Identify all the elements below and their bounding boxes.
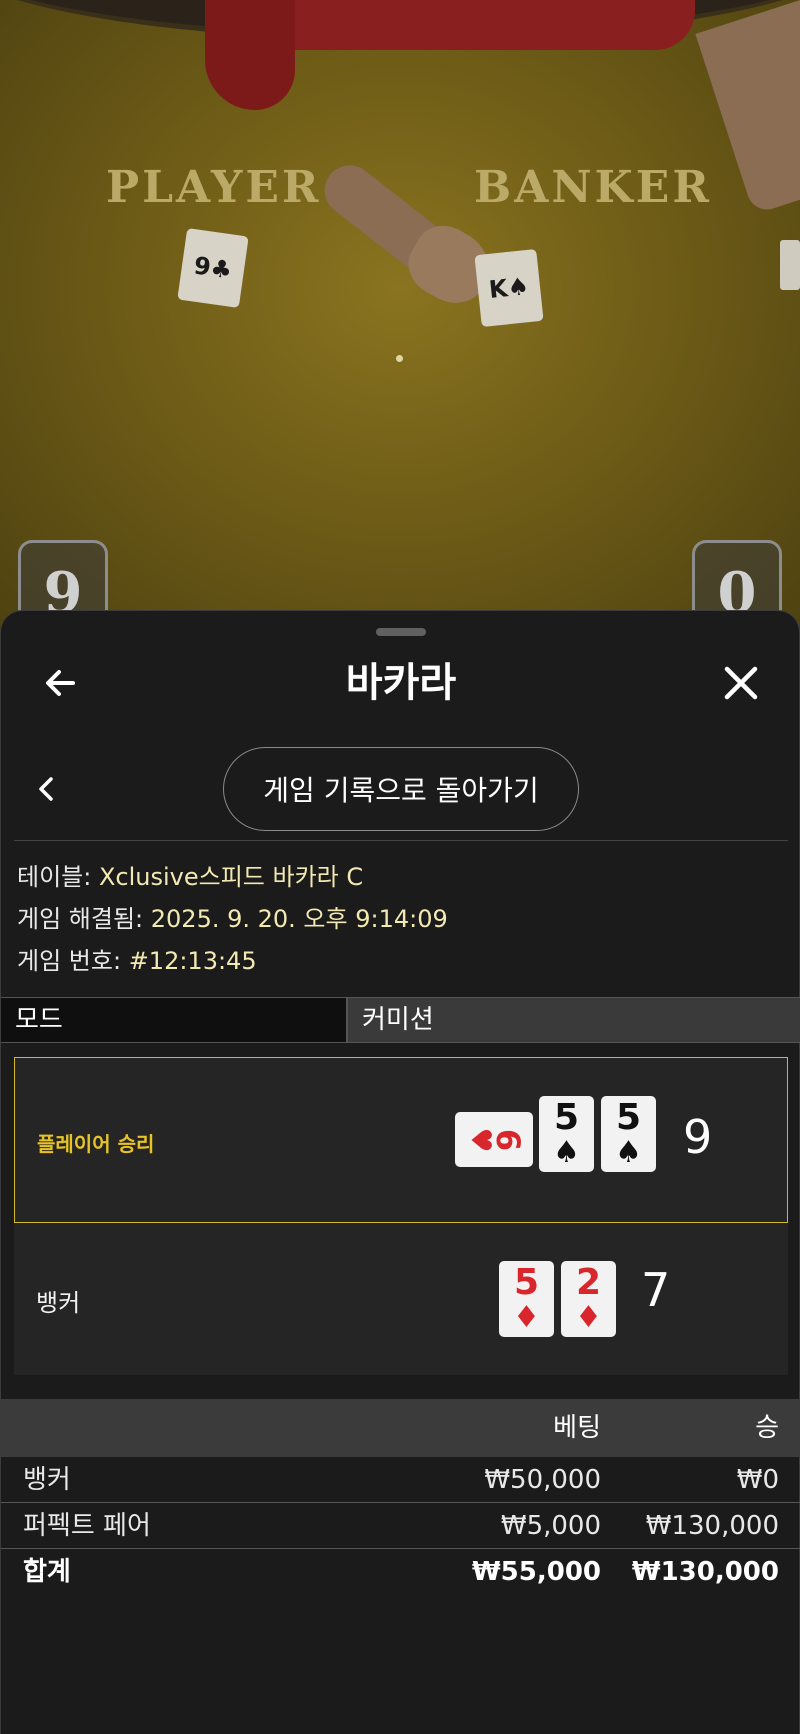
table-row-total: 합계 ₩55,000 ₩130,000: [1, 1549, 800, 1595]
game-number-info: 게임 번호: #12:13:45: [17, 941, 257, 981]
table-card-player: 9♣: [177, 228, 249, 308]
bet-name: 퍼펙트 페어: [23, 1511, 151, 1541]
card-rank: 5: [615, 1097, 642, 1138]
dealer-left-arm: [205, 0, 295, 110]
player-result-label: 플레이어 승리: [37, 1132, 155, 1156]
bet-amount: ₩50,000: [484, 1465, 601, 1495]
table-banker-label: BANKER: [474, 162, 712, 213]
game-history-sheet: 바카라 게임 기록으로 돌아가기 테이블: Xclusive스피드 바카라 C …: [0, 610, 800, 1734]
table-info: 테이블: Xclusive스피드 바카라 C: [17, 857, 363, 897]
card-rank: 6: [489, 1128, 528, 1151]
table-info-value: Xclusive스피드 바카라 C: [98, 863, 364, 891]
card-shoe: [780, 240, 800, 290]
table-info-label: 테이블:: [17, 863, 92, 891]
card-suit: ♦: [513, 1300, 540, 1335]
banker-result-panel: 뱅커 5 ♦ 2 ♦ 7: [14, 1223, 788, 1375]
table-card-banker: K♠: [474, 248, 544, 328]
table-card-suit: ♠: [506, 271, 531, 303]
player-result-score: 9: [683, 1110, 713, 1164]
player-result-panel: 플레이어 승리 ♥ 6 5 ♠ 5 ♠ 9: [14, 1057, 788, 1223]
bet-amount: ₩5,000: [500, 1511, 601, 1541]
resolved-info: 게임 해결됨: 2025. 9. 20. 오후 9:14:09: [17, 899, 448, 939]
bet-name: 뱅커: [23, 1465, 71, 1495]
table-marker: [396, 355, 403, 362]
back-to-history-button[interactable]: 게임 기록으로 돌아가기: [223, 747, 579, 831]
game-number-label: 게임 번호:: [17, 947, 122, 975]
table-player-label: PLAYER: [106, 162, 322, 213]
sheet-drag-handle[interactable]: [376, 628, 426, 636]
bets-header-win: 승: [755, 1413, 779, 1443]
total-bet: ₩55,000: [471, 1557, 601, 1587]
table-row: 퍼펙트 페어 ₩5,000 ₩130,000: [1, 1503, 800, 1549]
game-number-value: #12:13:45: [128, 947, 257, 975]
divider: [14, 840, 788, 841]
page-title: 바카라: [345, 660, 457, 706]
playing-card: 5 ♦: [499, 1261, 554, 1337]
card-rank: 2: [575, 1262, 602, 1303]
card-suit: ♠: [615, 1135, 642, 1170]
bets-table-header: 베팅 승: [1, 1399, 800, 1457]
card-suit: ♦: [575, 1300, 602, 1335]
chevron-left-icon[interactable]: [31, 771, 61, 807]
close-icon[interactable]: [719, 661, 763, 705]
table-card-suit: ♣: [208, 253, 234, 285]
tab-mode[interactable]: 모드: [1, 998, 348, 1042]
total-label: 합계: [23, 1557, 71, 1587]
resolved-info-label: 게임 해결됨:: [17, 905, 144, 933]
back-arrow-icon[interactable]: [39, 661, 83, 705]
win-amount: ₩0: [736, 1465, 779, 1495]
win-amount: ₩130,000: [645, 1511, 779, 1541]
live-video: PLAYER BANKER 9♣ K♠ 9 0: [0, 0, 800, 640]
banker-result-label: 뱅커: [36, 1289, 81, 1317]
detail-tabs: 모드 커미션: [1, 997, 800, 1043]
bets-header-bet: 베팅: [553, 1413, 601, 1443]
card-suit: ♠: [553, 1135, 580, 1170]
playing-card: 5 ♠: [539, 1096, 594, 1172]
resolved-info-value: 2025. 9. 20. 오후 9:14:09: [150, 905, 448, 933]
playing-card: 5 ♠: [601, 1096, 656, 1172]
card-rank: 5: [513, 1262, 540, 1303]
table-row: 뱅커 ₩50,000 ₩0: [1, 1457, 800, 1503]
banker-result-score: 7: [641, 1263, 671, 1317]
total-win: ₩130,000: [631, 1557, 779, 1587]
playing-card: ♥ 6: [455, 1112, 533, 1167]
card-rank: 5: [553, 1097, 580, 1138]
tab-commission[interactable]: 커미션: [348, 998, 800, 1042]
playing-card: 2 ♦: [561, 1261, 616, 1337]
